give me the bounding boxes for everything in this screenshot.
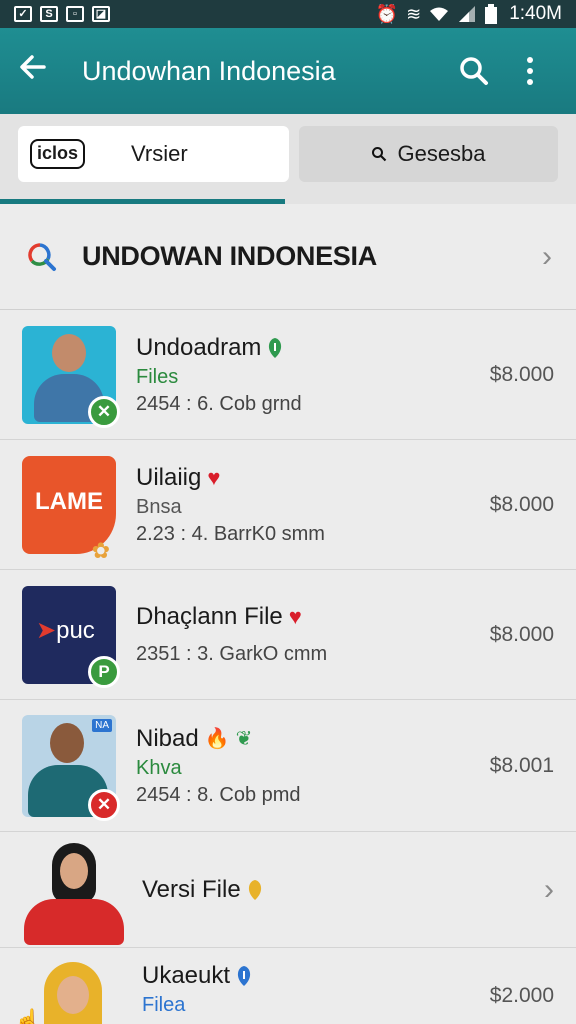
plane-icon: ➤: [36, 616, 57, 644]
app-notification-icon: S: [40, 6, 58, 22]
leaf-icon: ❦: [235, 728, 253, 750]
vibrate-icon: ≋: [406, 3, 422, 24]
alarm-icon: ⏰: [375, 3, 399, 24]
list-item[interactable]: ✕ Undoadram Files 2454 : 6. Cob grnd $8.…: [0, 310, 576, 440]
search-button[interactable]: [446, 56, 502, 86]
tab-bar: iclos Vrsier Gesesba: [0, 114, 576, 204]
image-notification-icon: ◪: [92, 6, 110, 22]
tab-logo: iclos: [30, 139, 86, 169]
search-logo-icon: [28, 242, 56, 271]
hand-icon: ☝: [14, 1008, 42, 1024]
heart-icon: ♥: [207, 464, 221, 490]
thumbnail-logo-text: LAME: [35, 487, 103, 515]
wifi-icon: [430, 7, 449, 21]
item-subtitle: Files: [136, 365, 179, 388]
battery-icon: [485, 4, 498, 24]
app-notification-icon: ▫: [66, 6, 84, 22]
flame-icon: 🔥: [204, 728, 230, 750]
item-meta: 2351 : 3. GarkO cmm: [136, 643, 328, 665]
verified-icon: [237, 966, 251, 986]
item-price: $2.000: [489, 984, 554, 1007]
list-item[interactable]: ☝ Ukaeukt Filea $2.000: [0, 948, 576, 1024]
search-icon: [372, 147, 387, 162]
p-badge-icon: P: [88, 655, 120, 688]
location-pin-icon: [248, 879, 261, 900]
item-thumbnail: ➤puc P: [22, 585, 120, 688]
search-icon: [460, 57, 488, 85]
item-price: $8.000: [489, 492, 554, 516]
page-title: Undowhan Indonesia: [82, 55, 336, 86]
person-photo: [57, 976, 89, 1014]
back-arrow-icon: [20, 54, 46, 79]
close-badge-icon: ✕: [88, 395, 120, 428]
tab-vrsier[interactable]: iclos Vrsier: [18, 126, 289, 182]
item-title: Uilaiig ♥: [136, 463, 221, 491]
close-badge-icon: ✕: [88, 788, 120, 821]
item-title: Nibad 🔥 ❦: [136, 724, 253, 752]
list-item[interactable]: ➤puc P Dhaçlann File ♥ 2351 : 3. GarkO c…: [0, 570, 576, 700]
list-item[interactable]: Versi File ›: [0, 832, 576, 948]
item-subtitle: Khva: [136, 756, 182, 779]
item-thumbnail: NA ✕: [22, 714, 120, 821]
more-vert-icon: [527, 57, 533, 85]
tab-label: Vrsier: [131, 141, 188, 166]
app-bar: Undowhan Indonesia: [0, 28, 576, 114]
tab-label: Gesesba: [397, 141, 486, 166]
person-photo: [50, 722, 84, 763]
item-meta: 2454 : 8. Cob pmd: [136, 783, 301, 806]
person-photo: [52, 333, 86, 372]
item-title: Ukaeukt: [142, 962, 490, 990]
back-button[interactable]: [18, 52, 68, 91]
section-header[interactable]: UNDOWAN INDONESIA ›: [0, 204, 576, 310]
item-price: $8.000: [489, 362, 554, 386]
list-item[interactable]: LAME ✿ Uilaiig ♥ Bnsa 2.23 : 4. BarrK0 s…: [0, 440, 576, 570]
status-bar: ✓ S ▫ ◪ ⏰ ≋ 1:40M: [0, 0, 576, 28]
item-thumbnail: [22, 839, 124, 947]
item-title: Undoadram: [136, 334, 490, 362]
award-icon: ✿: [91, 537, 110, 563]
person-photo: [60, 852, 88, 889]
item-title: Dhaçlann File ♥: [136, 603, 302, 630]
tab-gesesba[interactable]: Gesesba: [299, 126, 558, 182]
chevron-right-icon: ›: [542, 239, 552, 273]
verified-leaf-icon: [269, 337, 282, 358]
item-subtitle: Bnsa: [136, 495, 182, 518]
mail-notification-icon: ✓: [14, 6, 32, 22]
heart-icon: ♥: [288, 604, 302, 629]
item-thumbnail: ☝: [14, 962, 122, 1024]
item-subtitle: Filea: [142, 994, 186, 1016]
item-title: Versi File: [142, 876, 544, 904]
item-price: $8.001: [489, 753, 554, 777]
section-title: UNDOWAN INDONESIA: [82, 241, 377, 271]
chevron-right-icon: ›: [544, 872, 554, 906]
thumbnail-logo-text: ➤puc: [36, 616, 95, 644]
item-thumbnail: ✕: [22, 325, 120, 428]
item-meta: 2454 : 6. Cob grnd: [136, 392, 302, 415]
item-thumbnail: LAME ✿: [22, 455, 116, 563]
signal-icon: [459, 6, 476, 22]
active-tab-indicator: [0, 199, 285, 204]
more-options-button[interactable]: [502, 56, 558, 86]
thumbnail-tag: NA: [92, 718, 112, 732]
item-meta: 2.23 : 4. BarrK0 smm: [136, 522, 325, 545]
status-time: 1:40M: [509, 3, 562, 24]
list-item[interactable]: NA ✕ Nibad 🔥 ❦ Khva 2454 : 8. Cob pmd $8…: [0, 700, 576, 832]
item-price: $8.000: [489, 622, 554, 646]
